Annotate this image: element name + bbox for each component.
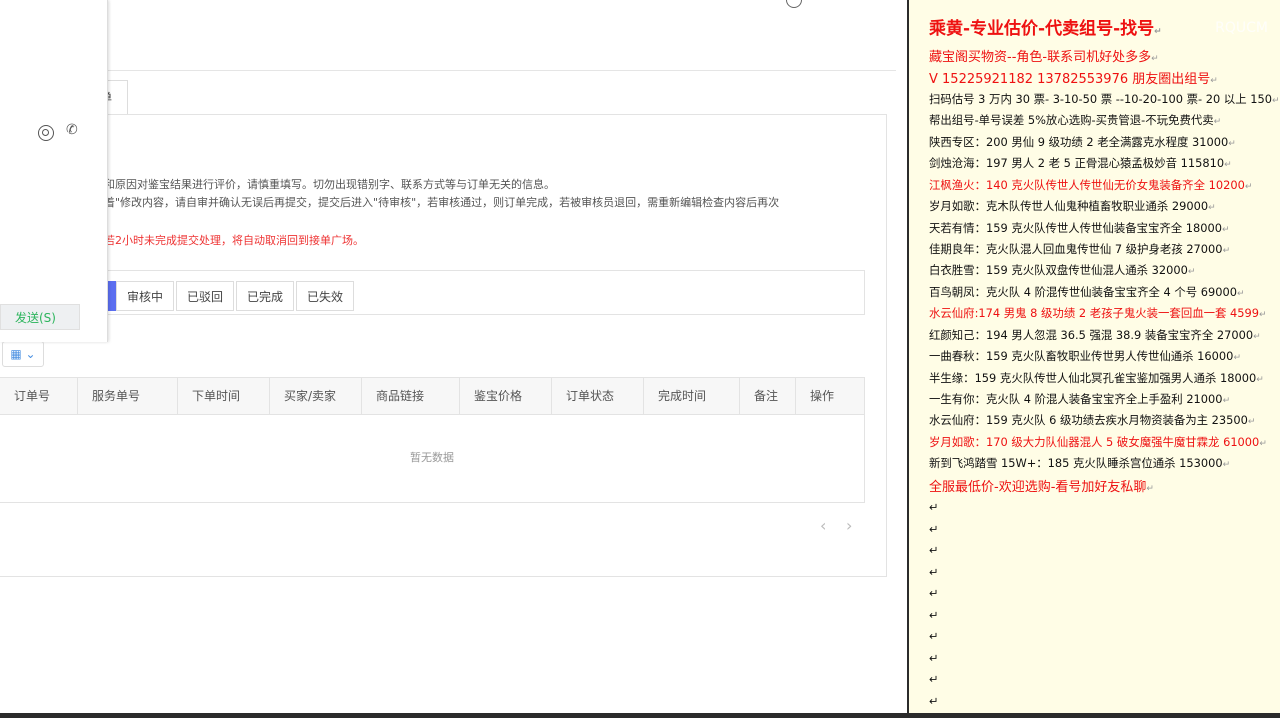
tab-rejected[interactable]: 已驳回 xyxy=(176,281,235,311)
doc-line: 水云仙府：159 克火队 6 级功绩去疾水月物资装备为主 23500↵ xyxy=(929,413,1256,427)
chat-popup: ✆ 发送(S) xyxy=(0,0,108,342)
col-finish-time: 完成时间 xyxy=(644,378,740,414)
ad-document: RQUCM 乘黄-专业估价-代卖组号-找号↵ 藏宝阁买物资--角色-联系司机好处多… xyxy=(909,0,1280,713)
col-order-no: 订单号 xyxy=(0,378,78,414)
col-buyer-seller: 买家/卖家 xyxy=(270,378,362,414)
paragraph-mark-icon: ↵ xyxy=(929,672,939,686)
col-remark: 备注 xyxy=(740,378,796,414)
paragraph-mark-icon: ↵ xyxy=(1253,332,1261,342)
paragraph-mark-icon: ↵ xyxy=(929,629,939,643)
doc-line: 剑烛沧海：197 男人 2 老 5 正骨混心猿孟极妙音 115810↵ xyxy=(929,156,1232,170)
paragraph-mark-icon: ↵ xyxy=(1222,396,1231,406)
paragraph-mark-icon: ↵ xyxy=(1151,54,1159,64)
chevron-down-icon: ⌄ xyxy=(25,347,36,361)
prev-page-button[interactable]: ‹ xyxy=(820,516,826,535)
doc-line: 红颜知己：194 男人忽混 36.5 强混 38.9 装备宝宝齐全 27000↵ xyxy=(929,328,1261,342)
paragraph-mark-icon: ↵ xyxy=(1208,203,1216,213)
paragraph-mark-icon: ↵ xyxy=(929,543,939,557)
send-button[interactable]: 发送(S) xyxy=(0,304,80,330)
paragraph-mark-icon: ↵ xyxy=(1271,96,1280,106)
phone-icon[interactable]: ✆ xyxy=(66,122,78,138)
watermark: RQUCM xyxy=(1215,20,1268,36)
doc-line: 岁月如歌：克木队传世人仙鬼种植畜牧职业通杀 29000↵ xyxy=(929,199,1216,213)
paragraph-mark-icon: ↵ xyxy=(929,500,939,514)
doc-line: 新到飞鸿踏雪 15W+：185 克火队睡杀宫位通杀 153000↵ xyxy=(929,456,1231,470)
status-tab-active-indicator xyxy=(108,281,116,311)
paragraph-mark-icon: ↵ xyxy=(1222,460,1231,470)
column-toggle-button[interactable]: ▦ ⌄ xyxy=(2,341,44,367)
doc-line: 一生有你：克火队 4 阶混人装备宝宝齐全上手盈利 21000↵ xyxy=(929,392,1231,406)
status-tab-bar: 审核中 已驳回 已完成 已失效 xyxy=(0,270,865,315)
tab-completed[interactable]: 已完成 xyxy=(236,281,295,311)
target-icon[interactable] xyxy=(38,125,54,141)
doc-line: 帮出组号-单号误差 5%放心选购-买贵管退-不玩免费代卖↵ xyxy=(929,113,1222,127)
paragraph-mark-icon: ↵ xyxy=(1259,439,1267,449)
notice-line-1: 和原因对鉴宝结果进行评价，请慎重填写。切勿出现错别字、联系方式等与订单无关的信息… xyxy=(104,178,555,191)
col-service-no: 服务单号 xyxy=(78,378,178,414)
doc-line: 一曲春秋：159 克火队畜牧职业传世男人传世仙通杀 16000↵ xyxy=(929,349,1241,363)
doc-line: 佳期良年：克火队混人回血鬼传世仙 7 级护身老孩 27000↵ xyxy=(929,242,1231,256)
doc-line: 白衣胜雪：159 克火队双盘传世仙混人通杀 32000↵ xyxy=(929,263,1196,277)
paragraph-mark-icon: ↵ xyxy=(1213,117,1222,127)
paragraph-mark-icon: ↵ xyxy=(929,607,939,622)
paragraph-mark-icon: ↵ xyxy=(1222,246,1231,256)
paragraph-mark-icon: ↵ xyxy=(1247,417,1256,427)
grid-icon: ▦ xyxy=(10,347,22,361)
empty-state: 暂无数据 xyxy=(410,451,454,464)
paragraph-mark-icon: ↵ xyxy=(1237,289,1245,299)
table-header: 订单号 服务单号 下单时间 买家/卖家 商品链接 鉴宝价格 订单状态 完成时间 … xyxy=(0,378,864,415)
doc-line: 全服最低价-欢迎选购-看号加好友私聊↵ xyxy=(929,480,1154,495)
top-bar xyxy=(0,0,896,71)
doc-line: 水云仙府:174 男鬼 8 级功绩 2 老孩子鬼火装一套回血一套 4599↵ xyxy=(929,306,1267,320)
paragraph-mark-icon: ↵ xyxy=(1224,160,1232,170)
order-table: 订单号 服务单号 下单时间 买家/卖家 商品链接 鉴宝价格 订单状态 完成时间 … xyxy=(0,377,865,503)
doc-line: 岁月如歌：170 级大力队仙器混人 5 破女魔强牛魔甘霖龙 61000↵ xyxy=(929,435,1267,449)
col-order-time: 下单时间 xyxy=(178,378,270,414)
paragraph-mark-icon: ↵ xyxy=(1222,225,1230,235)
col-order-status: 订单状态 xyxy=(552,378,644,414)
paragraph-mark-icon: ↵ xyxy=(929,650,939,665)
paragraph-mark-icon: ↵ xyxy=(1146,484,1154,494)
paragraph-mark-icon: ↵ xyxy=(1154,27,1162,37)
col-appraisal-price: 鉴宝价格 xyxy=(460,378,552,414)
bottom-bar xyxy=(0,713,1280,718)
tab-reviewing[interactable]: 审核中 xyxy=(116,281,175,311)
paragraph-mark-icon: ↵ xyxy=(1210,76,1218,86)
doc-line: 江枫渔火：140 克火队传世人传世仙无价女鬼装备齐全 10200↵ xyxy=(929,178,1253,192)
paragraph-mark-icon: ↵ xyxy=(1244,182,1253,192)
notice-line-3: 若2小时未完成提交处理，将自动取消回到接单广场。 xyxy=(104,234,364,247)
doc-line: 乘黄-专业估价-代卖组号-找号↵ xyxy=(929,19,1162,39)
paragraph-mark-icon: ↵ xyxy=(1259,310,1267,320)
paragraph-mark-icon: ↵ xyxy=(1233,353,1241,363)
doc-line: V 15225921182 13782553976 朋友圈出组号↵ xyxy=(929,72,1218,87)
paragraph-mark-icon: ↵ xyxy=(1256,375,1264,385)
doc-line: 扫码估号 3 万内 30 票- 3-10-50 票 --10-20-100 票-… xyxy=(929,92,1280,106)
doc-line: 半生缘：159 克火队传世人仙北冥孔雀宝鉴加强男人通杀 18000↵ xyxy=(929,371,1264,385)
order-main-area: 单 和原因对鉴宝结果进行评价，请慎重填写。切勿出现错别字、联系方式等与订单无关的… xyxy=(0,0,908,718)
col-item-link: 商品链接 xyxy=(362,378,460,414)
tab-expired[interactable]: 已失效 xyxy=(296,281,355,311)
next-page-button[interactable]: › xyxy=(846,516,852,535)
paragraph-mark-icon: ↵ xyxy=(1187,267,1196,277)
settings-icon[interactable] xyxy=(786,0,802,8)
col-action: 操作 xyxy=(810,389,835,403)
paragraph-mark-icon: ↵ xyxy=(1228,139,1236,149)
paragraph-mark-icon: ↵ xyxy=(929,521,939,536)
doc-line: 藏宝阁买物资--角色-联系司机好处多多↵ xyxy=(929,50,1159,65)
doc-line: 天若有情：159 克火队传世人传世仙装备宝宝齐全 18000↵ xyxy=(929,221,1230,235)
doc-line: 陕西专区：200 男仙 9 级功绩 2 老全满露克水程度 31000↵ xyxy=(929,135,1236,149)
paragraph-mark-icon: ↵ xyxy=(929,693,939,708)
paragraph-mark-icon: ↵ xyxy=(929,586,939,600)
doc-line: 百鸟朝凤：克火队 4 阶混传世仙装备宝宝齐全 4 个号 69000↵ xyxy=(929,285,1245,299)
paragraph-mark-icon: ↵ xyxy=(929,564,939,579)
notice-line-2: 着"修改内容，请自审并确认无误后再提交，提交后进入"待审核"，若审核通过，则订单… xyxy=(104,196,780,209)
